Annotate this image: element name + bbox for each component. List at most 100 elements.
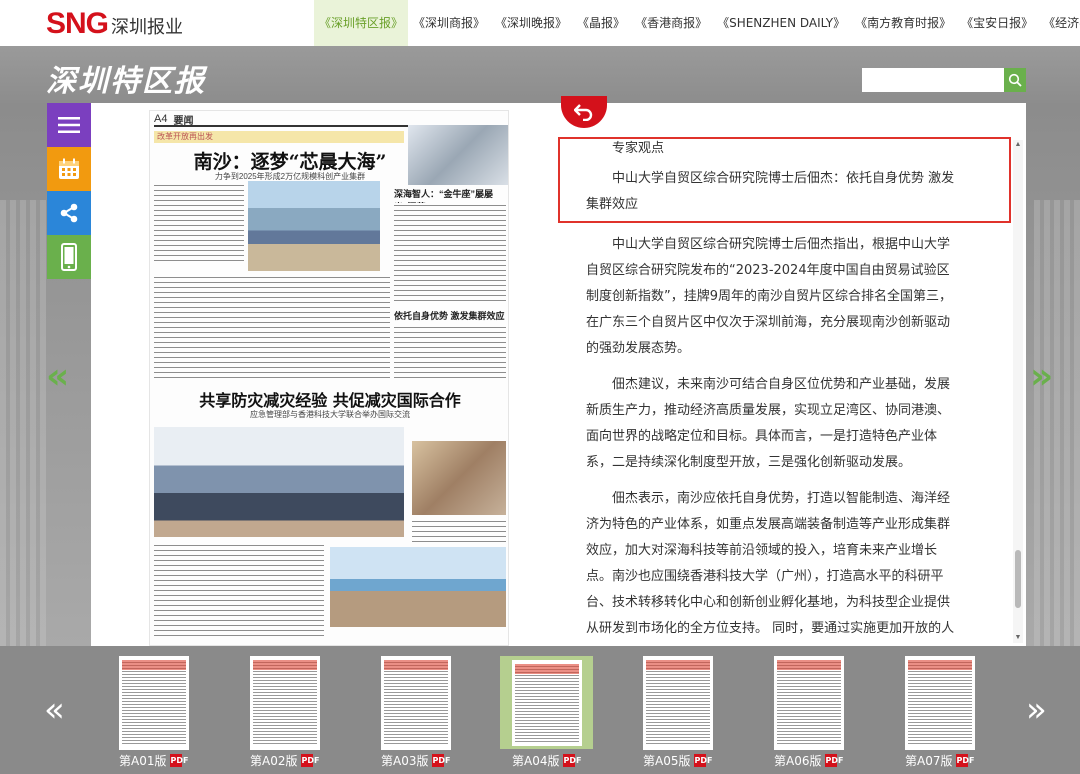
- thumb-label-a01[interactable]: 第A01版 PDF: [119, 752, 188, 769]
- thumb-header: [253, 660, 317, 670]
- search-input[interactable]: [862, 68, 1004, 92]
- page-thumb-a01[interactable]: [119, 656, 189, 750]
- news-photo-city: [248, 181, 380, 271]
- masthead-title: 深圳特区报: [46, 64, 206, 99]
- scroll-up-icon[interactable]: ▲: [1013, 140, 1023, 150]
- thumb-label-text: 第A06版: [774, 754, 822, 768]
- return-arrow-icon: [574, 104, 593, 121]
- pdf-icon[interactable]: PDF: [563, 754, 581, 767]
- search-icon: [1008, 73, 1022, 87]
- pdf-icon[interactable]: PDF: [956, 754, 974, 767]
- nav-item-szsb2[interactable]: 《深圳商报》: [408, 0, 490, 46]
- news-photo-top: [408, 125, 508, 185]
- pdf-icon[interactable]: PDF: [301, 754, 319, 767]
- page-section: 要闻: [173, 115, 194, 127]
- thumb-label-a03[interactable]: 第A03版 PDF: [381, 752, 450, 769]
- page-headline-2[interactable]: 共享防灾减灾经验 共促减灾国际合作: [170, 387, 490, 411]
- next-page-arrow[interactable]: »: [1030, 356, 1053, 397]
- page-headline-1[interactable]: 南沙：逐梦“芯晨大海”: [170, 147, 410, 174]
- thumb-prev-arrow[interactable]: «: [44, 690, 65, 730]
- thumb-header: [646, 660, 710, 670]
- mobile-icon: [61, 243, 77, 271]
- newspaper-nav: 《深圳特区报》 《深圳商报》 《深圳晚报》 《晶报》 《香港商报》 《SHENZ…: [314, 0, 1080, 46]
- nav-item-barb[interactable]: 《宝安日报》: [956, 0, 1038, 46]
- thumb-header: [908, 660, 972, 670]
- text-block: [154, 275, 390, 379]
- thumb-header: [122, 660, 186, 670]
- thumb-label-a06[interactable]: 第A06版 PDF: [774, 752, 843, 769]
- thumb-label-text: 第A02版: [250, 754, 298, 768]
- text-block: [154, 543, 324, 639]
- menu-icon: [58, 117, 80, 133]
- thumb-label-a04[interactable]: 第A04版 PDF: [512, 752, 581, 769]
- tool-column: [47, 103, 91, 279]
- top-bar: SNG 深圳报业 《深圳特区报》 《深圳商报》 《深圳晚报》 《晶报》 《香港商…: [0, 0, 1080, 46]
- thumb-label-text: 第A04版: [512, 754, 560, 768]
- page-thumb-a02[interactable]: [250, 656, 320, 750]
- scroll-thumb[interactable]: [1015, 550, 1021, 608]
- page-thumb-a03[interactable]: [381, 656, 451, 750]
- text-block: [394, 325, 506, 381]
- thumb-header: [384, 660, 448, 670]
- highlight-box: [558, 137, 1011, 223]
- pdf-icon[interactable]: PDF: [170, 754, 188, 767]
- share-button[interactable]: [47, 191, 91, 235]
- nav-item-szsb[interactable]: 《深圳特区报》: [314, 0, 409, 46]
- thumb-label-a02[interactable]: 第A02版 PDF: [250, 752, 319, 769]
- thumb-label-text: 第A05版: [643, 754, 691, 768]
- share-icon: [60, 203, 78, 223]
- nav-item-jjdb[interactable]: 《经济导报》: [1038, 0, 1080, 46]
- pdf-icon[interactable]: PDF: [825, 754, 843, 767]
- mobile-button[interactable]: [47, 235, 91, 279]
- page-subheadline-2: 应急管理部与香港科技大学联合举办国际交流: [250, 410, 410, 419]
- thumb-label-text: 第A01版: [119, 754, 167, 768]
- scroll-down-icon[interactable]: ▼: [1013, 633, 1023, 643]
- thumb-label-text: 第A03版: [381, 754, 429, 768]
- nav-item-shenzhen-daily[interactable]: 《SHENZHEN DAILY》: [712, 0, 850, 46]
- search-button[interactable]: [1004, 68, 1026, 92]
- news-photo-side: [412, 441, 506, 515]
- thumb-preview: [646, 660, 710, 746]
- page-thumb-a06[interactable]: [774, 656, 844, 750]
- nav-item-jb[interactable]: 《晶报》: [572, 0, 630, 46]
- thumb-label-text: 第A07版: [905, 754, 953, 768]
- text-block: [412, 519, 506, 543]
- page-thumb-a04[interactable]: [512, 660, 582, 746]
- logo-text: 深圳报业: [111, 17, 184, 38]
- text-block: [154, 183, 244, 263]
- page-number: A4: [154, 113, 168, 125]
- article-paragraph: 佃杰建议，未来南沙可结合自身区位优势和产业基础，发展新质生产力，推动经济高质量发…: [586, 377, 951, 470]
- building-decoration-right: [1034, 200, 1080, 646]
- nav-item-szwb[interactable]: 《深圳晚报》: [490, 0, 572, 46]
- prev-page-arrow[interactable]: «: [46, 356, 69, 397]
- menu-button[interactable]: [47, 103, 91, 147]
- page-thumb-a05[interactable]: [643, 656, 713, 750]
- thumb-header: [777, 660, 841, 670]
- building-decoration-left: [0, 200, 46, 646]
- article-paragraph: 中山大学自贸区综合研究院博士后佃杰指出，根据中山大学自贸区综合研究院发布的“20…: [586, 237, 953, 356]
- thumb-header: [515, 664, 579, 674]
- thumb-preview: [384, 660, 448, 746]
- nav-item-nfjysb[interactable]: 《南方教育时报》: [850, 0, 956, 46]
- article-paragraph: 佃杰表示，南沙应依托自身优势，打造以智能制造、海洋经济为特色的产业体系，如重点发…: [586, 491, 955, 636]
- page-side-headline-2[interactable]: 依托自身优势 激发集群效应: [394, 309, 508, 322]
- news-photo-group: [154, 427, 404, 537]
- nav-item-xgsb[interactable]: 《香港商报》: [630, 0, 712, 46]
- newspaper-page[interactable]: A4 要闻 改革开放再出发 南沙：逐梦“芯晨大海” 力争到2025年形成2万亿规…: [149, 110, 509, 646]
- thumb-preview: [777, 660, 841, 746]
- thumb-label-a07[interactable]: 第A07版 PDF: [905, 752, 974, 769]
- news-photo-team: [330, 547, 506, 627]
- section-bar: 改革开放再出发: [154, 131, 404, 143]
- calendar-button[interactable]: [47, 147, 91, 191]
- thumb-next-arrow[interactable]: »: [1026, 690, 1047, 730]
- thumb-label-a05[interactable]: 第A05版 PDF: [643, 752, 712, 769]
- pdf-icon[interactable]: PDF: [694, 754, 712, 767]
- logo-mark: SNG: [46, 7, 109, 40]
- text-block: [394, 203, 506, 303]
- pdf-icon[interactable]: PDF: [432, 754, 450, 767]
- article-scrollbar[interactable]: ▲ ▼: [1013, 140, 1023, 643]
- thumb-preview: [908, 660, 972, 746]
- sng-logo[interactable]: SNG 深圳报业: [46, 7, 183, 41]
- page-thumb-a07[interactable]: [905, 656, 975, 750]
- thumb-preview: [515, 664, 579, 742]
